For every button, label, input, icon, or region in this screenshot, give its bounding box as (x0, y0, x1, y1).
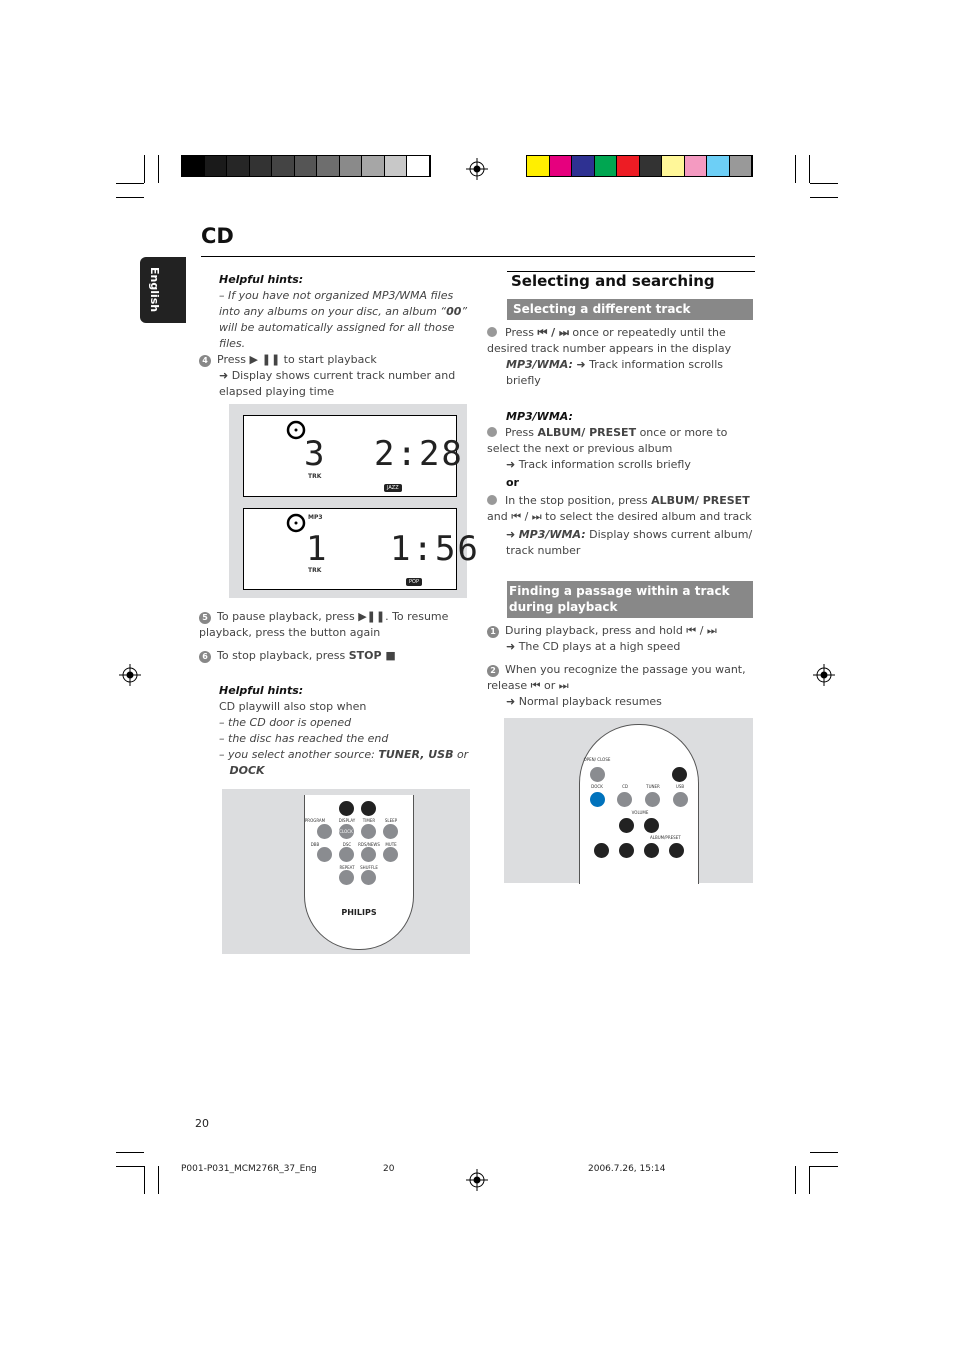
volume-up-button (644, 818, 659, 833)
remote-button (339, 847, 354, 862)
album-down-button (644, 843, 659, 858)
crop-mark (795, 155, 796, 183)
footer-datetime: 2006.7.26, 15:14 (588, 1164, 666, 1174)
remote-button (317, 847, 332, 862)
color-swatch (594, 156, 617, 176)
color-swatch (362, 156, 385, 176)
crop-mark (810, 197, 838, 198)
crop-mark (144, 1166, 145, 1194)
crop-mark (810, 1152, 838, 1153)
helpful-hints-1: Helpful hints: – If you have not organiz… (219, 273, 468, 350)
lcd-display-cd: 3 2:28 TRK JAZZ (243, 415, 462, 497)
crop-mark (809, 155, 810, 183)
find-passage-instructions: 1 During playback, press and hold ⏮ / ⏭ ➜… (487, 624, 746, 708)
crop-mark (116, 1152, 144, 1153)
crop-mark (144, 155, 145, 183)
color-swatch (317, 156, 340, 176)
power-button (672, 767, 687, 782)
grayscale-calibration-bar (181, 155, 431, 177)
color-swatch (527, 156, 550, 176)
color-calibration-bar (526, 155, 753, 177)
color-swatch (684, 156, 707, 176)
heading-selecting-track: Selecting a different track (507, 299, 753, 320)
disc-icon (286, 513, 306, 533)
remote-button (339, 801, 354, 816)
remote-control: OPEN/ CLOSE DOCK CD TUNER USB VOLUME ALB… (579, 724, 699, 884)
color-swatch (249, 156, 272, 176)
remote-button: CLOCK (339, 824, 354, 839)
eject-button (590, 767, 605, 782)
color-swatch (407, 156, 430, 176)
registration-mark-icon (466, 158, 488, 180)
volume-down-button (619, 818, 634, 833)
color-swatch (339, 156, 362, 176)
album-up-button (669, 843, 684, 858)
remote-button (383, 847, 398, 862)
crop-mark (810, 1166, 838, 1167)
remote-button (361, 801, 376, 816)
crop-mark (116, 183, 144, 184)
subsection-title: Selecting and searching (511, 272, 715, 290)
select-track-instructions: Press ⏮ / ⏭ once or repeatedly until the… (487, 326, 753, 557)
step-5: 5 To pause playback, press ▶❚❚. To resume… (199, 610, 449, 639)
remote-button (339, 870, 354, 885)
lcd-display-mp3: MP3 1 1:56 TRK POP (243, 508, 478, 590)
color-swatch (182, 156, 205, 176)
footer-file: P001-P031_MCM276R_37_Eng (181, 1164, 317, 1174)
color-swatch (384, 156, 407, 176)
color-swatch (572, 156, 595, 176)
step-6: 6 To stop playback, press STOP ■ (199, 648, 449, 664)
color-swatch (729, 156, 752, 176)
step-4: 4 Press ▶ ❚❚ to start playback ➜ Display … (199, 352, 459, 400)
crop-mark (795, 1166, 796, 1194)
crop-mark (116, 197, 144, 198)
manual-page: CD English Helpful hints: – If you have … (0, 0, 954, 1351)
color-swatch (617, 156, 640, 176)
helpful-hints-2: Helpful hints: CD playwill also stop whe… (219, 684, 469, 777)
remote-button (317, 824, 332, 839)
remote-button (361, 870, 376, 885)
usb-button (673, 792, 688, 807)
remote-button (383, 824, 398, 839)
color-swatch (272, 156, 295, 176)
crop-mark (158, 155, 159, 183)
registration-mark-icon (813, 664, 835, 686)
crop-mark (810, 183, 838, 184)
crop-mark (116, 1166, 144, 1167)
tuner-button (645, 792, 660, 807)
brand-logo: PHILIPS (341, 908, 377, 917)
remote-illustration-1: PROGRAM DISPLAY TIMER SLEEP CLOCK DBB DS… (222, 789, 470, 954)
color-swatch (549, 156, 572, 176)
divider (201, 256, 755, 257)
prev-button (594, 843, 609, 858)
page-number: 20 (195, 1117, 209, 1130)
remote-illustration-2: OPEN/ CLOSE DOCK CD TUNER USB VOLUME ALB… (504, 718, 753, 884)
color-swatch (662, 156, 685, 176)
color-swatch (639, 156, 662, 176)
next-button (619, 843, 634, 858)
color-swatch (227, 156, 250, 176)
remote-control: PROGRAM DISPLAY TIMER SLEEP CLOCK DBB DS… (304, 795, 414, 950)
dock-button (590, 792, 605, 807)
crop-mark (158, 1166, 159, 1194)
disc-icon (286, 420, 306, 440)
heading-finding-passage: Finding a passage within a track during … (507, 581, 753, 618)
registration-mark-icon (466, 1169, 488, 1191)
color-swatch (294, 156, 317, 176)
footer-page: 20 (383, 1164, 395, 1174)
crop-mark (809, 1166, 810, 1194)
cd-button (617, 792, 632, 807)
language-tab: English (140, 257, 186, 323)
remote-button (361, 847, 376, 862)
remote-button (361, 824, 376, 839)
color-swatch (707, 156, 730, 176)
section-title: CD (201, 224, 234, 248)
registration-mark-icon (119, 664, 141, 686)
color-swatch (204, 156, 227, 176)
